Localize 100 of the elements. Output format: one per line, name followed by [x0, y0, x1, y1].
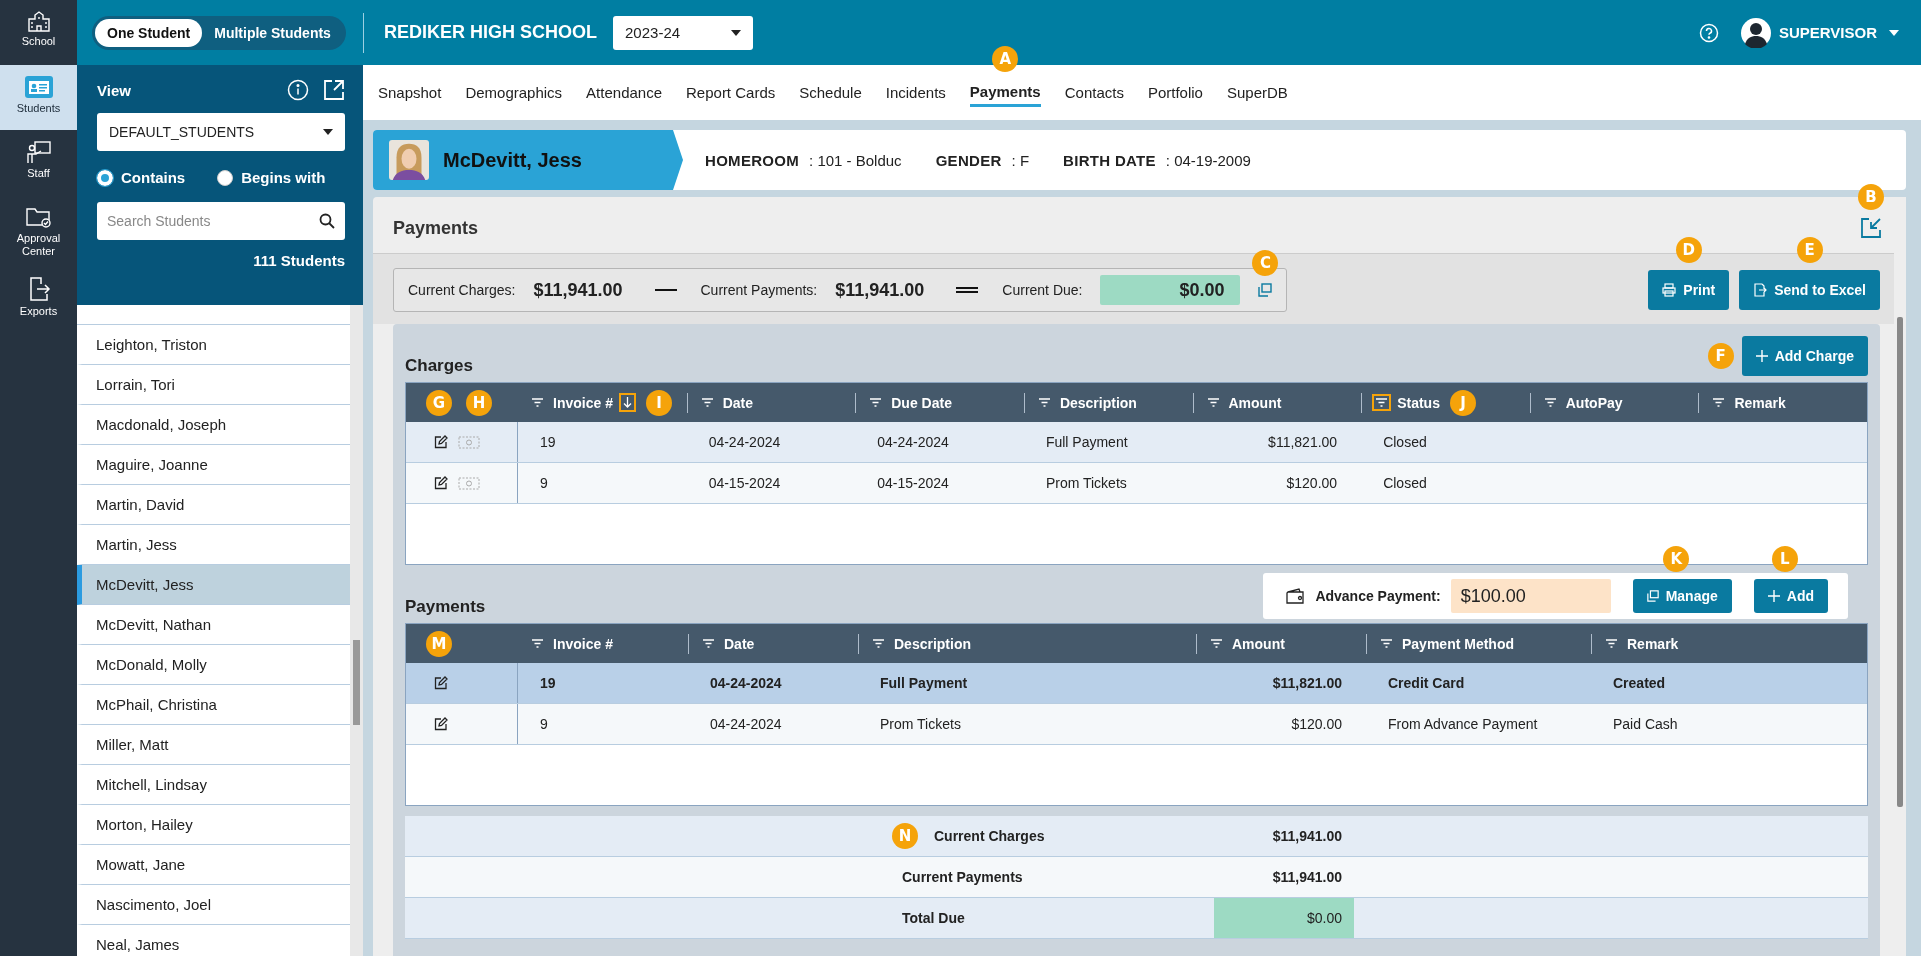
edit-icon[interactable]: [434, 717, 448, 731]
tab[interactable]: Demographics: [465, 80, 563, 105]
caret-icon: [731, 29, 741, 36]
user-menu[interactable]: SUPERVISOR: [1778, 24, 1877, 41]
mode-toggle[interactable]: One Student Multiple Students: [92, 15, 346, 50]
table-cell: 04-24-2024: [710, 675, 782, 691]
column-header[interactable]: AutoPay: [1565, 394, 1623, 411]
edit-icon[interactable]: [434, 435, 448, 449]
edit-icon[interactable]: [434, 676, 448, 690]
scrollbar-thumb[interactable]: [353, 640, 360, 725]
section-title: Payments: [405, 597, 486, 617]
radio-button[interactable]: [217, 169, 234, 186]
tab[interactable]: Attendance: [586, 80, 662, 105]
rail-item[interactable]: Students: [0, 65, 77, 130]
column-header[interactable]: Status: [1397, 394, 1440, 411]
summary-value: $11,941.00: [835, 279, 925, 301]
column-header[interactable]: Amount: [1228, 394, 1282, 411]
filter-icon[interactable]: [1376, 398, 1388, 407]
callout-badge: G: [426, 389, 452, 416]
column-header[interactable]: Remark: [1734, 394, 1786, 411]
table-cell: 04-15-2024: [877, 475, 949, 491]
tab[interactable]: Incidents: [885, 80, 946, 105]
search-field[interactable]: Search Students: [97, 202, 345, 240]
table-cell: Prom Tickets: [880, 716, 961, 732]
column-header[interactable]: Date: [724, 635, 755, 652]
school-name: REDIKER HIGH SCHOOL: [384, 22, 597, 43]
column-header[interactable]: Amount: [1232, 635, 1285, 652]
rail-item[interactable]: Exports: [0, 266, 77, 332]
scrollbar-thumb[interactable]: [1897, 317, 1903, 807]
column-header[interactable]: Date: [722, 394, 753, 411]
student-name: McDevitt, Jess: [443, 148, 582, 172]
tab[interactable]: Payments: [969, 78, 1041, 107]
column-header[interactable]: Remark: [1627, 635, 1679, 652]
rail-item[interactable]: Approval Center: [0, 195, 77, 267]
sort-down-icon[interactable]: [622, 397, 632, 408]
callout-badge: N: [892, 823, 918, 849]
action-button[interactable]: Print: [1648, 270, 1730, 310]
filter-icon[interactable]: [870, 398, 882, 407]
edit-icon[interactable]: [434, 476, 448, 490]
tab[interactable]: Schedule: [799, 80, 862, 105]
tab[interactable]: Snapshot: [378, 80, 442, 105]
section-title: Charges: [405, 356, 474, 376]
filter-icon[interactable]: [1544, 398, 1556, 407]
filter-icon[interactable]: [1207, 398, 1219, 407]
help-icon[interactable]: [1698, 22, 1719, 43]
total-value: $11,941.00: [1271, 868, 1343, 887]
filter-icon[interactable]: [532, 639, 543, 648]
filter-icon[interactable]: [1606, 639, 1617, 648]
action-button[interactable]: Manage: [1632, 579, 1732, 613]
search-icon[interactable]: [319, 213, 335, 229]
filter-icon[interactable]: [1381, 639, 1392, 648]
tab[interactable]: Contacts: [1064, 80, 1124, 105]
callout-badge: J: [1449, 389, 1476, 416]
filter-icon[interactable]: [1038, 398, 1050, 407]
table-cell: Closed: [1383, 434, 1427, 450]
rail-item[interactable]: Staff: [0, 130, 77, 195]
table-cell: 9: [540, 716, 548, 732]
table-cell: $11,821.00: [1268, 434, 1338, 450]
column-header[interactable]: Payment Method: [1402, 635, 1514, 652]
avatar-icon[interactable]: [1740, 17, 1771, 48]
radio-option[interactable]: Begins with: [217, 169, 326, 186]
id-card-icon: [23, 75, 54, 99]
filter-icon[interactable]: [1713, 398, 1725, 407]
table-cell: Created: [1613, 675, 1666, 691]
tab[interactable]: Portfolio: [1147, 80, 1203, 105]
filter-icon[interactable]: [703, 639, 714, 648]
student-item[interactable]: McDevitt, Jess: [77, 565, 350, 605]
popout-icon[interactable]: [323, 79, 345, 101]
column-header[interactable]: Description: [1059, 394, 1137, 411]
table-row[interactable]: 9 04-24-2024 Prom Tickets $120.00 From Advance Payment Paid Cash: [406, 704, 1867, 745]
callout-badge: E: [1796, 237, 1823, 263]
rail-item[interactable]: School: [0, 0, 77, 65]
caret-icon[interactable]: [1889, 29, 1899, 36]
add-charge-button[interactable]: Add Charge: [1741, 336, 1868, 376]
filter-icon[interactable]: [1211, 639, 1222, 648]
action-button[interactable]: Send to Excel: [1739, 270, 1880, 310]
filter-icon[interactable]: [873, 639, 884, 648]
view-dropdown[interactable]: DEFAULT_STUDENTS: [97, 113, 345, 151]
year-dropdown[interactable]: 2023-24: [613, 15, 753, 50]
filter-icon[interactable]: [532, 398, 543, 407]
toggle-option[interactable]: Multiple Students: [202, 18, 343, 47]
column-header[interactable]: Invoice #: [553, 394, 613, 411]
toggle-option[interactable]: One Student: [95, 18, 203, 47]
column-header[interactable]: Invoice #: [553, 635, 613, 652]
action-button[interactable]: Add: [1753, 579, 1828, 613]
tab[interactable]: SuperDB: [1226, 80, 1288, 105]
field-value: : 101 - Bolduc: [809, 151, 902, 169]
copy-icon[interactable]: [1258, 283, 1273, 297]
info-icon[interactable]: [287, 79, 309, 101]
tab[interactable]: Report Cards: [686, 80, 776, 105]
collapse-icon[interactable]: [1860, 217, 1882, 239]
column-header[interactable]: Due Date: [891, 394, 952, 411]
summary-label: Current Charges:: [408, 282, 516, 298]
table-cell: Closed: [1383, 475, 1427, 491]
table-row[interactable]: 19 04-24-2024 Full Payment $11,821.00 Credit Card Created: [406, 663, 1867, 704]
radio-option[interactable]: Contains: [97, 169, 186, 186]
field-label: BIRTH DATE: [1063, 151, 1156, 169]
filter-icon[interactable]: [701, 398, 713, 407]
total-label: Total Due: [902, 910, 965, 926]
column-header[interactable]: Description: [894, 635, 971, 652]
